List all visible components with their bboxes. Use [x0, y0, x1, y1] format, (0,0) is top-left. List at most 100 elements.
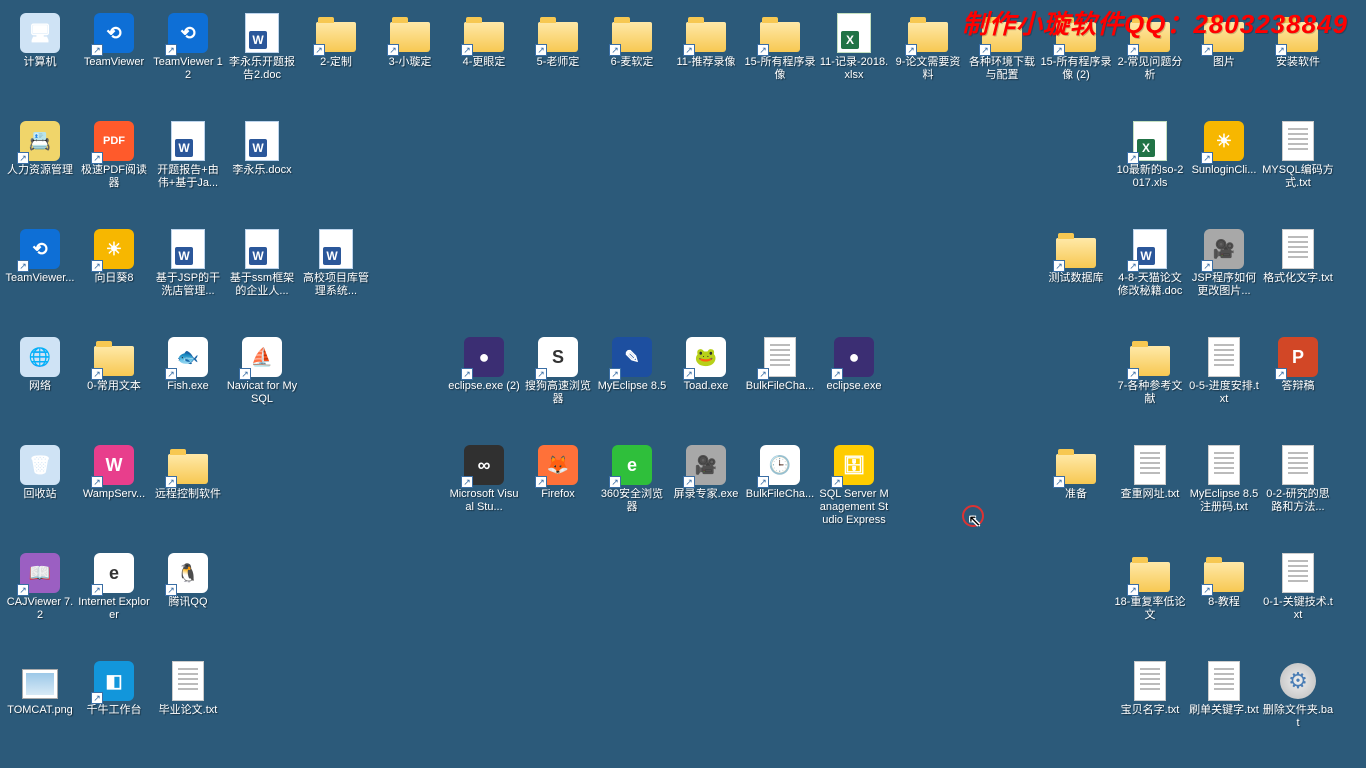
app-icon: 🐧↗ — [167, 552, 209, 594]
desktop-icon[interactable]: 基于JSP的干洗店管理... — [152, 228, 224, 298]
desktop-icon[interactable]: 删除文件夹.bat — [1262, 660, 1334, 730]
icon-label: 向日葵8 — [78, 272, 150, 285]
app-icon: P↗ — [1277, 336, 1319, 378]
desktop[interactable]: 制作小璇软件QQ：2803238849 🖥计算机⟲↗TeamViewer⟲↗Te… — [0, 0, 1366, 768]
desktop-icon[interactable]: W↗WampServ... — [78, 444, 150, 501]
desktop-icon[interactable]: 11-记录-2018.xlsx — [818, 12, 890, 82]
desktop-icon[interactable]: ↗4-8-天猫论文修改秘籍.doc — [1114, 228, 1186, 298]
desktop-icon[interactable]: ☀↗向日葵8 — [78, 228, 150, 285]
desktop-icon[interactable]: ↗2-定制 — [300, 12, 372, 69]
icon-label: MyEclipse 8.5注册码.txt — [1188, 488, 1260, 514]
shortcut-arrow-icon: ↗ — [535, 368, 547, 380]
bat-icon — [1277, 660, 1319, 702]
desktop-icon[interactable]: ●↗eclipse.exe (2) — [448, 336, 520, 393]
desktop-icon[interactable]: 🖥计算机 — [4, 12, 76, 69]
shortcut-arrow-icon: ↗ — [1127, 152, 1139, 164]
app-icon: ⟲↗ — [167, 12, 209, 54]
app-icon: 🖥 — [19, 12, 61, 54]
desktop-icon[interactable]: 李永乐开题报告2.doc — [226, 12, 298, 82]
desktop-icon[interactable]: 🦊↗Firefox — [522, 444, 594, 501]
desktop-icon[interactable]: ⟲↗TeamViewer... — [4, 228, 76, 285]
desktop-icon[interactable]: ✎↗MyEclipse 8.5 — [596, 336, 668, 393]
folder-icon: ↗ — [389, 12, 431, 54]
shortcut-arrow-icon: ↗ — [91, 476, 103, 488]
desktop-icon[interactable]: 📖↗CAJViewer 7.2 — [4, 552, 76, 622]
desktop-icon[interactable]: 李永乐.docx — [226, 120, 298, 177]
desktop-icon[interactable]: ⟲↗TeamViewer 12 — [152, 12, 224, 82]
desktop-icon[interactable]: 格式化文字.txt — [1262, 228, 1334, 285]
desktop-icon[interactable]: ⛵↗Navicat for MySQL — [226, 336, 298, 406]
icon-label: 回收站 — [4, 488, 76, 501]
desktop-icon[interactable]: 0-1-关键技术.txt — [1262, 552, 1334, 622]
desktop-icon[interactable]: ↗6-麦软定 — [596, 12, 668, 69]
desktop-icon[interactable]: ↗10最新的so-2017.xls — [1114, 120, 1186, 190]
app-icon: 🦊↗ — [537, 444, 579, 486]
desktop-icon[interactable]: ↗2-常见问题分析 — [1114, 12, 1186, 82]
desktop-icon[interactable]: 宝贝名字.txt — [1114, 660, 1186, 717]
desktop-icon[interactable]: 🗄↗SQL Server Management Studio Express — [818, 444, 890, 527]
desktop-icon[interactable]: ↗远程控制软件 — [152, 444, 224, 501]
desktop-icon[interactable]: ●↗eclipse.exe — [818, 336, 890, 393]
desktop-icon[interactable]: MyEclipse 8.5注册码.txt — [1188, 444, 1260, 514]
shortcut-arrow-icon: ↗ — [609, 44, 621, 56]
desktop-icon[interactable]: ↗安装软件 — [1262, 12, 1334, 69]
desktop-icon[interactable]: 毕业论文.txt — [152, 660, 224, 717]
desktop-icon[interactable]: 基于ssm框架的企业人... — [226, 228, 298, 298]
desktop-icon[interactable]: e↗360安全浏览器 — [596, 444, 668, 514]
desktop-icon[interactable]: 📇↗人力资源管理 — [4, 120, 76, 177]
shortcut-arrow-icon: ↗ — [91, 44, 103, 56]
desktop-icon[interactable]: ↗准备 — [1040, 444, 1112, 501]
desktop-icon[interactable]: 🗑回收站 — [4, 444, 76, 501]
desktop-icon[interactable]: ↗3-小璇定 — [374, 12, 446, 69]
shortcut-arrow-icon: ↗ — [1127, 368, 1139, 380]
folder-icon: ↗ — [1203, 552, 1245, 594]
desktop-icon[interactable]: ↗4-更眼定 — [448, 12, 520, 69]
shortcut-arrow-icon: ↗ — [165, 584, 177, 596]
desktop-icon[interactable]: ↗7-各种参考文献 — [1114, 336, 1186, 406]
desktop-icon[interactable]: ↗5-老师定 — [522, 12, 594, 69]
desktop-icon[interactable]: 开题报告+由伟+基于Ja... — [152, 120, 224, 190]
desktop-icon[interactable]: ↗测试数据库 — [1040, 228, 1112, 285]
desktop-icon[interactable]: ↗9-论文需要资料 — [892, 12, 964, 82]
desktop-icon[interactable]: 查重网址.txt — [1114, 444, 1186, 501]
desktop-icon[interactable]: ↗8-教程 — [1188, 552, 1260, 609]
desktop-icon[interactable]: ↗15-所有程序录像 — [744, 12, 816, 82]
icon-label: 千牛工作台 — [78, 704, 150, 717]
app-icon: ◧↗ — [93, 660, 135, 702]
desktop-icon[interactable]: 高校项目库管理系统... — [300, 228, 372, 298]
desktop-icon[interactable]: ↗15-所有程序录像 (2) — [1040, 12, 1112, 82]
desktop-icon[interactable]: PDF↗极速PDF阅读器 — [78, 120, 150, 190]
desktop-icon[interactable]: ◧↗ 千牛工作台 — [78, 660, 150, 717]
app-icon: ☀↗ — [1203, 120, 1245, 162]
desktop-icon[interactable]: 🐧↗腾讯QQ — [152, 552, 224, 609]
desktop-icon[interactable]: ↗0-常用文本 — [78, 336, 150, 393]
desktop-icon[interactable]: ☀↗SunloginCli... — [1188, 120, 1260, 177]
desktop-icon[interactable]: 0-2-研究的思路和方法... — [1262, 444, 1334, 514]
desktop-icon[interactable]: 🐟↗Fish.exe — [152, 336, 224, 393]
desktop-icon[interactable]: P↗答辩稿 — [1262, 336, 1334, 393]
desktop-icon[interactable]: ↗11-推荐录像 — [670, 12, 742, 69]
desktop-icon[interactable]: ∞↗Microsoft Visual Stu... — [448, 444, 520, 514]
icon-label: BulkFileCha... — [744, 488, 816, 501]
app-icon: ⛵↗ — [241, 336, 283, 378]
desktop-icon[interactable]: 🎥↗JSP程序如何更改图片... — [1188, 228, 1260, 298]
icon-label: 开题报告+由伟+基于Ja... — [152, 164, 224, 190]
shortcut-arrow-icon: ↗ — [1127, 260, 1139, 272]
desktop-icon[interactable]: TOMCAT.png — [4, 660, 76, 717]
desktop-icon[interactable]: ↗18-重复率低论文 — [1114, 552, 1186, 622]
desktop-icon[interactable]: S↗搜狗高速浏览器 — [522, 336, 594, 406]
desktop-icon[interactable]: 🐸↗Toad.exe — [670, 336, 742, 393]
desktop-icon[interactable]: ⟲↗TeamViewer — [78, 12, 150, 69]
desktop-icon[interactable]: MYSQL编码方式.txt — [1262, 120, 1334, 190]
desktop-icon[interactable]: 刷单关键字.txt — [1188, 660, 1260, 717]
desktop-icon[interactable]: 🕒↗BulkFileCha... — [744, 444, 816, 501]
app-icon: ✎↗ — [611, 336, 653, 378]
desktop-icon[interactable]: 0-5-进度安排.txt — [1188, 336, 1260, 406]
desktop-icon[interactable]: ↗图片 — [1188, 12, 1260, 69]
desktop-icon[interactable]: e↗Internet Explorer — [78, 552, 150, 622]
desktop-icon[interactable]: ↗BulkFileCha... — [744, 336, 816, 393]
desktop-icon[interactable]: ↗各种环境下载与配置 — [966, 12, 1038, 82]
desktop-icon[interactable]: 🌐网络 — [4, 336, 76, 393]
icon-label: 安装软件 — [1262, 56, 1334, 69]
desktop-icon[interactable]: 🎥↗屏录专家.exe — [670, 444, 742, 501]
